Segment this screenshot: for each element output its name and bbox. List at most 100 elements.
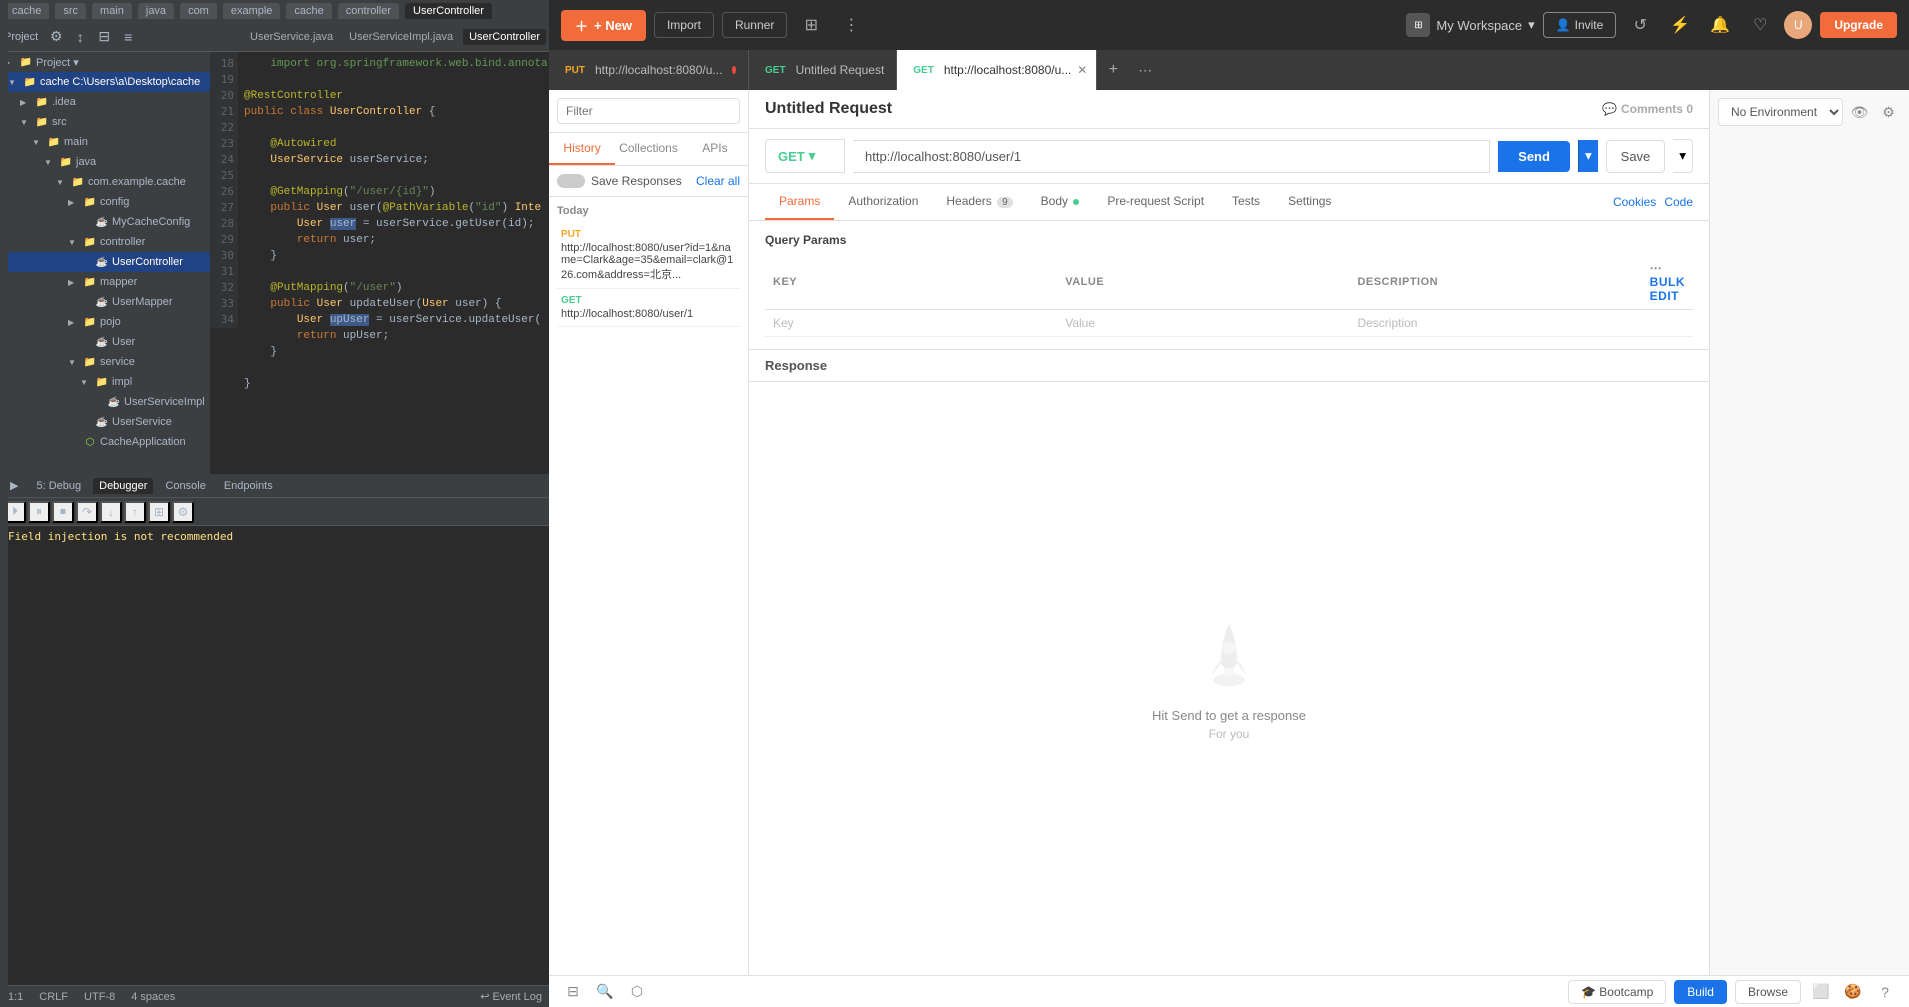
tree-item-mycache[interactable]: ☕ MyCacheConfig (0, 212, 210, 232)
avatar[interactable]: U (1784, 11, 1812, 39)
runner-more-button[interactable]: ⊞ (795, 9, 827, 41)
lightning-button[interactable]: ⚡ (1664, 9, 1696, 41)
bottom-browser-icon[interactable]: ⬡ (625, 980, 649, 1004)
file-tab-userservice[interactable]: UserService.java (244, 29, 339, 45)
env-eye-icon[interactable]: 👁 (1847, 98, 1872, 126)
file-tab-usercontroller[interactable]: UserController (463, 29, 546, 45)
debug-pause[interactable]: ⏸ (28, 501, 50, 523)
sidebar-nav-history[interactable]: History (549, 133, 615, 165)
cookie-icon[interactable]: 🍪 (1841, 980, 1865, 1004)
ide-tab-main[interactable]: main (92, 3, 132, 19)
ide-tab-example[interactable]: example (223, 3, 281, 19)
toolbar-btn-3[interactable]: ⊟ (94, 27, 114, 47)
tab-authorization[interactable]: Authorization (834, 184, 932, 220)
endpoints-tab[interactable]: Endpoints (218, 478, 279, 494)
ide-tab-com[interactable]: com (180, 3, 217, 19)
ide-tab-controller[interactable]: controller (338, 3, 399, 19)
history-item-get[interactable]: GET http://localhost:8080/user/1 (557, 289, 740, 327)
code-link[interactable]: Code (1664, 195, 1693, 209)
send-button[interactable]: Send (1498, 141, 1570, 172)
clear-all-btn[interactable]: Clear all (696, 174, 740, 188)
param-desc-input[interactable] (1357, 316, 1633, 330)
tree-item-usercontroller[interactable]: ☕ UserController (0, 252, 210, 272)
more-tabs-button[interactable]: ⋯ (1129, 50, 1161, 90)
cookies-link[interactable]: Cookies (1613, 195, 1656, 209)
tree-item-cache[interactable]: ▼ 📁 cache C:\Users\a\Desktop\cache (0, 72, 210, 92)
sidebar-search-input[interactable] (557, 98, 740, 124)
toolbar-btn-2[interactable]: ↕ (70, 27, 90, 47)
build-button[interactable]: Build (1674, 980, 1727, 1004)
tab-get-untitled[interactable]: GET Untitled Request (749, 50, 897, 90)
bottom-search-icon[interactable]: 🔍 (593, 980, 617, 1004)
workspace-selector[interactable]: ⊞ My Workspace ▾ (1406, 13, 1534, 37)
method-selector[interactable]: GET ▾ (765, 139, 845, 173)
tab-prerequest[interactable]: Pre-request Script (1093, 184, 1218, 220)
ide-tab-src[interactable]: src (55, 3, 86, 19)
heart-button[interactable]: ♡ (1744, 9, 1776, 41)
debug-stop[interactable]: ⏹ (52, 501, 74, 523)
debug-settings[interactable]: ⚙ (172, 501, 194, 523)
tree-item-userservice[interactable]: ☕ UserService (0, 412, 210, 432)
tree-item-user[interactable]: ☕ User (0, 332, 210, 352)
console-tab[interactable]: Console (159, 478, 211, 494)
debugger-tab[interactable]: Debugger (93, 478, 153, 494)
bootcamp-button[interactable]: 🎓 Bootcamp (1568, 980, 1666, 1004)
toolbar-btn-1[interactable]: ⚙ (46, 27, 66, 47)
debug-stepover[interactable]: ↷ (76, 501, 98, 523)
sidebar-nav-collections[interactable]: Collections (615, 133, 682, 165)
tree-item-cacheapp[interactable]: ⬡ CacheApplication (0, 432, 210, 452)
help-icon[interactable]: ? (1873, 980, 1897, 1004)
tree-item-main[interactable]: ▼ 📁 main (0, 132, 210, 152)
browse-button[interactable]: Browse (1735, 980, 1801, 1004)
ide-tab-cache[interactable]: cache (4, 3, 49, 19)
tree-item-usermapper[interactable]: ☕ UserMapper (0, 292, 210, 312)
tab-body[interactable]: Body (1027, 184, 1094, 220)
save-dropdown[interactable]: ▾ (1673, 139, 1693, 173)
invite-button[interactable]: 👤 Invite (1543, 12, 1617, 38)
tree-item-pojo[interactable]: ▶ 📁 pojo (0, 312, 210, 332)
env-settings-icon[interactable]: ⚙ (1876, 98, 1901, 126)
tree-item-userserviceimpl[interactable]: ☕ UserServiceImpl (0, 392, 210, 412)
import-button[interactable]: Import (654, 12, 714, 38)
upgrade-button[interactable]: Upgrade (1820, 12, 1897, 38)
tree-item-service[interactable]: ▼ 📁 service (0, 352, 210, 372)
add-tab-button[interactable]: + (1097, 50, 1129, 90)
tree-item-mapper-pkg[interactable]: ▶ 📁 mapper (0, 272, 210, 292)
history-item-put[interactable]: PUT http://localhost:8080/user?id=1&name… (557, 223, 740, 289)
toolbar-btn-4[interactable]: ≡ (118, 27, 138, 47)
tree-item-project[interactable]: ▶ 📁 Project ▾ (0, 52, 210, 72)
new-button[interactable]: ＋ + New (561, 10, 646, 41)
debug-stepinto[interactable]: ↓ (100, 501, 122, 523)
tab-params[interactable]: Params (765, 184, 834, 220)
tree-item-src[interactable]: ▼ 📁 src (0, 112, 210, 132)
file-tab-userserviceimpl[interactable]: UserServiceImpl.java (343, 29, 459, 45)
tab-tests[interactable]: Tests (1218, 184, 1274, 220)
save-button[interactable]: Save (1606, 140, 1666, 173)
event-log[interactable]: ↩ Event Log (480, 990, 542, 1003)
param-value-input[interactable] (1065, 316, 1341, 330)
param-key-input[interactable] (773, 316, 1049, 330)
tree-item-java[interactable]: ▼ 📁 java (0, 152, 210, 172)
ide-tab-cache2[interactable]: cache (286, 3, 331, 19)
sync-button[interactable]: ↺ (1624, 9, 1656, 41)
tree-item-com[interactable]: ▼ 📁 com.example.cache (0, 172, 210, 192)
debug-frames[interactable]: ⊞ (148, 501, 170, 523)
save-responses-toggle[interactable] (557, 174, 585, 188)
tab-put-request[interactable]: PUT http://localhost:8080/u... (549, 50, 749, 90)
tab-get-active[interactable]: GET http://localhost:8080/u... ✕ (897, 50, 1097, 90)
tree-item-controller[interactable]: ▼ 📁 controller (0, 232, 210, 252)
ide-tab-usercontroller[interactable]: UserController (405, 3, 492, 19)
tree-item-idea[interactable]: ▶ 📁 .idea (0, 92, 210, 112)
tab-close-button[interactable]: ✕ (1077, 62, 1087, 78)
debug-stepout[interactable]: ↑ (124, 501, 146, 523)
tree-item-impl[interactable]: ▼ 📁 impl (0, 372, 210, 392)
bulk-edit-link[interactable]: Bulk Edit (1650, 275, 1685, 303)
environment-selector[interactable]: No Environment (1718, 98, 1843, 126)
ide-tab-java[interactable]: java (138, 3, 174, 19)
sidebar-nav-apis[interactable]: APIs (682, 133, 748, 165)
bottom-layout-icon[interactable]: ⊟ (561, 980, 585, 1004)
send-dropdown[interactable]: ▾ (1578, 140, 1598, 172)
tree-item-config[interactable]: ▶ 📁 config (0, 192, 210, 212)
url-input[interactable] (853, 140, 1490, 173)
runner-button[interactable]: Runner (722, 12, 787, 38)
